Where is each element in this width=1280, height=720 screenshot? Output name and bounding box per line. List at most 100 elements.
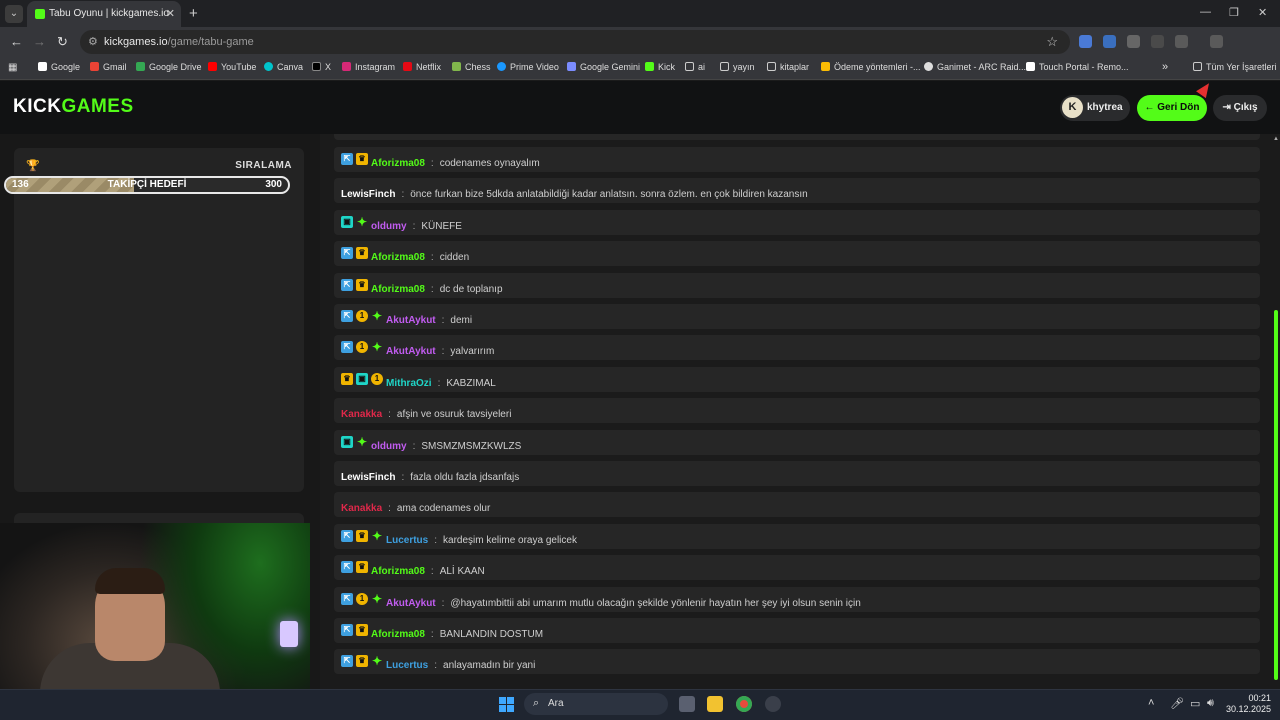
chat-separator: : — [441, 315, 445, 326]
bookmark-gmail[interactable]: Gmail — [90, 62, 127, 72]
tab-search-menu-icon[interactable]: ⌄ — [5, 5, 23, 23]
bookmark-odeme[interactable]: Ödeme yöntemleri -... — [821, 62, 921, 72]
chat-username[interactable]: Kanakka — [341, 503, 382, 514]
chat-message: ⇱ ♛ Aforizma08: codenames oynayalım — [334, 147, 1260, 172]
ranking-title: SIRALAMA — [235, 160, 292, 171]
vip-badge-icon: ⇱ — [341, 153, 353, 165]
browser-tab-active[interactable]: Tabu Oyunu | kickgames.io ✕ — [27, 1, 181, 27]
chat-username[interactable]: oldumy — [371, 441, 407, 452]
chat-username[interactable]: Aforizma08 — [371, 629, 425, 640]
reload-icon[interactable]: ↻ — [57, 34, 68, 50]
taskbar-clock[interactable]: 00:21 30.12.2025 — [1225, 693, 1271, 715]
chat-message-line: ⇱ ♛ Aforizma08: dc de toplanıp — [341, 278, 503, 297]
app-icon[interactable] — [765, 696, 781, 712]
apps-grid-icon[interactable]: ▦ — [8, 62, 17, 73]
file-explorer-icon[interactable] — [707, 696, 723, 712]
kick-favicon-icon — [35, 9, 45, 19]
back-arrow-icon[interactable]: ← — [10, 34, 23, 49]
chat-separator: : — [441, 346, 445, 358]
tray-overflow-icon[interactable]: ˄ — [1148, 697, 1154, 709]
bookmark-netflix[interactable]: Netflix — [403, 62, 441, 72]
bookmark-canva[interactable]: Canva — [264, 62, 303, 72]
gift-one-badge-icon: 1 — [371, 372, 383, 385]
chat-username[interactable]: Lucertus — [386, 535, 428, 546]
crown-badge-icon: ♛ — [356, 561, 368, 574]
chat-username[interactable]: oldumy — [371, 221, 407, 232]
chat-separator: : — [430, 566, 434, 578]
bookmark-google-gemini[interactable]: Google Gemini — [567, 62, 640, 72]
star-badge-icon: ✦ — [371, 528, 383, 543]
window-close-icon[interactable]: ✕ — [1258, 6, 1267, 19]
bookmark-ganimet[interactable]: Ganimet - ARC Raid... — [924, 62, 1026, 72]
cast-extension-icon[interactable] — [1103, 35, 1116, 48]
crown-badge-icon: ♛ — [356, 278, 368, 291]
webcam-person-hair — [95, 568, 165, 594]
vip-badge-icon: ⇱ — [341, 278, 353, 291]
bookmark-folder-yayin[interactable]: yayın — [720, 62, 755, 72]
chat-username[interactable]: Kanakka — [341, 409, 382, 420]
chat-message-line: Kanakka: afşin ve osuruk tavsiyeleri — [341, 404, 511, 422]
minimize-icon[interactable]: — — [1200, 6, 1211, 18]
bookmark-folder-ai[interactable]: ai — [685, 62, 705, 72]
tab-title: Tabu Oyunu | kickgames.io — [49, 8, 169, 19]
translate-extension-icon[interactable] — [1079, 35, 1092, 48]
forward-arrow-icon[interactable]: → — [33, 34, 46, 49]
network-icon[interactable]: ▭ — [1190, 697, 1200, 710]
bookmark-kick[interactable]: Kick — [645, 62, 675, 72]
bookmark-chess[interactable]: Chess — [452, 62, 491, 72]
chat-username[interactable]: MithraOzi — [386, 378, 432, 389]
screenshot-extension-icon[interactable] — [1127, 35, 1140, 48]
taskbar-search[interactable]: ⌕ Ara — [524, 693, 668, 715]
chat-message-text: önce furkan bize 5dkda anlatabildiği kad… — [410, 189, 808, 201]
media-play-icon[interactable] — [1151, 35, 1164, 48]
scroll-up-icon[interactable]: ▲ — [1273, 136, 1279, 142]
logout-button[interactable]: ⇥ Çıkış — [1213, 95, 1267, 121]
back-button[interactable]: ← Geri Dön — [1137, 95, 1207, 121]
chat-message-line: ▣ ✦ oldumy: SMSMZMSMZKWLZS — [341, 435, 521, 454]
vip-badge-icon: ⇱ — [341, 655, 353, 668]
chat-message-partial — [334, 134, 1260, 140]
vip-badge-icon: ⇱ — [341, 624, 353, 636]
chat-separator: : — [437, 377, 441, 389]
reading-list-icon[interactable] — [1210, 35, 1223, 48]
chat-separator: : — [401, 189, 405, 201]
site-info-icon[interactable]: ⚙ — [88, 35, 98, 48]
chat-username[interactable]: Aforizma08 — [371, 284, 425, 295]
volume-icon[interactable]: 🔊︎ — [1207, 697, 1214, 710]
chat-username[interactable]: Aforizma08 — [371, 158, 425, 169]
chat-username[interactable]: Lucertus — [386, 660, 428, 671]
bookmark-prime-video[interactable]: Prime Video — [497, 62, 559, 72]
chat-username[interactable]: LewisFinch — [341, 189, 395, 200]
restore-icon[interactable]: ❐ — [1229, 6, 1239, 19]
bookmark-x[interactable]: X — [312, 62, 331, 72]
chat-username[interactable]: AkutAykut — [386, 598, 436, 609]
address-bar[interactable]: ⚙ kickgames.io/game/tabu-game ☆ — [80, 30, 1070, 54]
bookmark-folder-kitaplar[interactable]: kitaplar — [767, 62, 809, 72]
chrome-icon[interactable] — [736, 696, 752, 712]
chat-message: ⇱ 1 ✦ AkutAykut: @hayatımbittii abi umarım m… — [334, 586, 1260, 612]
microphone-icon[interactable]: 🎤︎ — [1170, 697, 1184, 710]
user-profile-pill[interactable]: K khytrea — [1060, 95, 1130, 121]
more-bookmarks-icon[interactable]: » — [1162, 61, 1168, 73]
extensions-puzzle-icon[interactable] — [1175, 35, 1188, 48]
chat-message: Kanakka: ama codenames olur — [334, 492, 1260, 518]
chat-username[interactable]: AkutAykut — [386, 346, 436, 357]
tab-close-icon[interactable]: ✕ — [166, 7, 175, 20]
bookmark-star-icon[interactable]: ☆ — [1046, 34, 1058, 50]
bookmark-youtube[interactable]: YouTube — [208, 62, 256, 72]
kickgames-logo[interactable]: KICKGAMES — [13, 96, 134, 118]
all-bookmarks-folder[interactable]: Tüm Yer İşaretleri — [1193, 62, 1277, 72]
chat-username[interactable]: LewisFinch — [341, 472, 395, 483]
chat-scrollbar-thumb[interactable] — [1274, 310, 1278, 680]
bookmark-touch-portal[interactable]: Touch Portal - Remo... — [1026, 62, 1129, 72]
bookmark-google[interactable]: Google — [38, 62, 80, 72]
chat-username[interactable]: AkutAykut — [386, 315, 436, 326]
chat-username[interactable]: Aforizma08 — [371, 566, 425, 577]
chat-message-line: ⇱ ♛ ✦ Lucertus: anlayamadın bir yani — [341, 655, 535, 673]
windows-start-icon[interactable] — [499, 697, 514, 712]
bookmark-google-drive[interactable]: Google Drive — [136, 62, 202, 72]
bookmark-instagram[interactable]: Instagram — [342, 62, 395, 72]
new-tab-icon[interactable]: + — [189, 5, 198, 22]
chat-username[interactable]: Aforizma08 — [371, 252, 425, 263]
task-view-icon[interactable] — [679, 696, 695, 712]
